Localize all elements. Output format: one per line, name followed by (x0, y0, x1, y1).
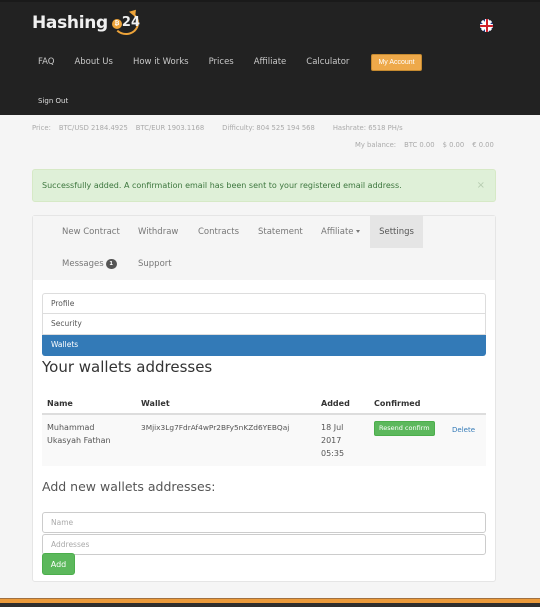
wallet-name-input[interactable] (42, 512, 486, 533)
wallet-added: 18 Jul 2017 05:35 (316, 414, 369, 466)
nav-faq[interactable]: FAQ (28, 57, 64, 67)
added-year: 2017 (321, 436, 342, 445)
col-wallet: Wallet (136, 394, 316, 415)
caret-down-icon (355, 230, 360, 233)
settings-menu: Profile Security Wallets (42, 293, 486, 356)
account-tabs: New Contract Withdraw Contracts Statemen… (33, 216, 495, 280)
tab-messages-label: Messages (62, 259, 104, 269)
wallet-name-line2: Ukasyah Fathan (47, 436, 111, 445)
site-header: Hashing ₿ 24 FAQ About Us How it Works P… (0, 0, 540, 115)
main-nav: FAQ About Us How it Works Prices Affilia… (28, 52, 422, 72)
wallet-name: Muhammad Ukasyah Fathan (42, 414, 136, 466)
my-account-button[interactable]: My Account (371, 53, 422, 71)
nav-affiliate[interactable]: Affiliate (244, 57, 297, 67)
sign-out-link[interactable]: Sign Out (38, 97, 68, 105)
logo-text: Hashing (32, 13, 108, 33)
tab-contracts[interactable]: Contracts (190, 216, 247, 248)
close-icon[interactable]: × (477, 170, 485, 201)
hashrate: Hashrate: 6518 PH/s (332, 124, 403, 132)
settings-item-profile[interactable]: Profile (42, 293, 486, 314)
settings-item-wallets[interactable]: Wallets (42, 335, 486, 356)
wallet-address-input[interactable] (42, 534, 486, 555)
tab-messages[interactable]: Messages 1 (54, 248, 125, 280)
settings-item-security[interactable]: Security (42, 314, 486, 335)
col-added: Added (316, 394, 369, 415)
nav-calculator[interactable]: Calculator (296, 57, 359, 67)
balance-stats: My balance: BTC 0.00 $ 0.00 € 0.00 (355, 141, 502, 149)
tab-statement[interactable]: Statement (250, 216, 311, 248)
nav-prices[interactable]: Prices (199, 57, 244, 67)
added-date: 18 Jul (321, 423, 344, 432)
tab-affiliate[interactable]: Affiliate (313, 216, 368, 248)
added-time: 05:35 (321, 449, 345, 458)
tab-withdraw[interactable]: Withdraw (130, 216, 186, 248)
resend-confirm-button[interactable]: Resend confirm (374, 421, 435, 436)
delete-wallet-link[interactable]: Delete (452, 426, 475, 434)
balance-eur: € 0.00 (472, 141, 494, 149)
wallet-confirmed: Resend confirm (369, 414, 447, 466)
difficulty: Difficulty: 804 525 194 568 (222, 124, 315, 132)
messages-count-badge: 1 (105, 258, 117, 269)
wallet-name-line1: Muhammad (47, 423, 95, 432)
table-row: Muhammad Ukasyah Fathan 3Mjix3Lg7FdrAf4w… (42, 414, 486, 466)
balance-btc: BTC 0.00 (404, 141, 435, 149)
nav-how-it-works[interactable]: How it Works (123, 57, 199, 67)
logo-mark: ₿ 24 (110, 7, 141, 37)
balance-label: My balance: (355, 141, 397, 149)
logo[interactable]: Hashing ₿ 24 (32, 7, 141, 38)
wallet-address: 3Mjix3Lg7FdrAf4wPr2BFy5nKZd6YEBQaj (136, 414, 316, 466)
stats-bar: Price: BTC/USD 2184.4925 BTC/EUR 1903.11… (0, 115, 540, 155)
tab-new-contract[interactable]: New Contract (54, 216, 128, 248)
account-panel: New Contract Withdraw Contracts Statemen… (32, 215, 496, 582)
wallet-actions: Delete (447, 414, 486, 466)
balance-usd: $ 0.00 (442, 141, 465, 149)
add-wallet-heading: Add new wallets addresses: (42, 479, 216, 494)
footer (0, 603, 540, 607)
table-header-row: Name Wallet Added Confirmed (42, 394, 486, 415)
market-stats: Price: BTC/USD 2184.4925 BTC/EUR 1903.11… (32, 124, 411, 132)
btc-eur-price: BTC/EUR 1903.1168 (135, 124, 205, 132)
tab-support[interactable]: Support (130, 248, 180, 280)
btc-usd-price: BTC/USD 2184.4925 (58, 124, 128, 132)
add-wallet-button[interactable]: Add (42, 553, 75, 575)
logo-number: 24 (121, 15, 141, 30)
uk-flag-icon[interactable] (480, 19, 493, 32)
wallets-table: Name Wallet Added Confirmed Muhammad Uka… (42, 394, 486, 466)
col-name: Name (42, 394, 136, 415)
col-confirmed: Confirmed (369, 394, 447, 415)
tab-settings[interactable]: Settings (370, 216, 423, 248)
tab-affiliate-label: Affiliate (321, 227, 354, 237)
bitcoin-coin-icon: ₿ (111, 19, 122, 29)
wallets-heading: Your wallets addresses (42, 358, 213, 376)
nav-about-us[interactable]: About Us (64, 57, 122, 67)
price-label: Price: (32, 124, 51, 132)
col-actions (447, 394, 486, 415)
success-alert: Successfully added. A confirmation email… (32, 169, 496, 202)
alert-message: Successfully added. A confirmation email… (42, 181, 402, 190)
